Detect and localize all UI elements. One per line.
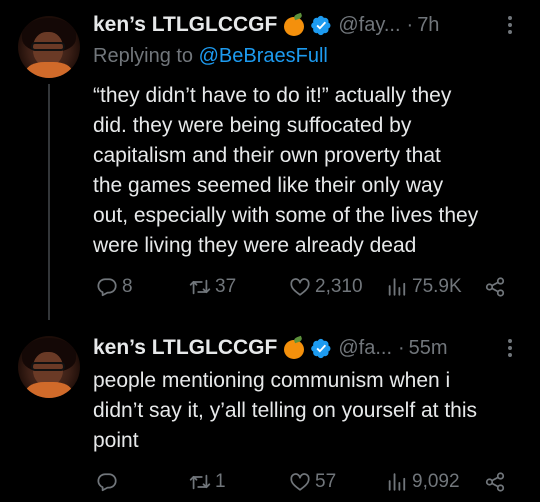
tweet-header: ken’s LTLGLCCGF @fa... · 55m [93,333,448,363]
verified-badge-icon [311,15,331,35]
replying-to: Replying to @BeBraesFull [93,45,328,68]
retweet-icon [189,279,211,295]
share-icon [485,472,505,492]
share-icon [485,277,505,297]
tweet-text-line: point [93,429,139,452]
handle[interactable]: @fa... [338,337,392,360]
view-count: 75.9K [412,276,462,297]
views-button[interactable]: 9,092 [386,469,460,495]
reply-icon [97,473,117,492]
tweet-text-line: were living they were already dead [93,234,417,257]
reply-button[interactable]: 8 [96,274,133,300]
reply-button[interactable] [96,469,122,495]
handle[interactable]: @fay... [338,14,400,37]
verified-badge-icon [311,338,331,358]
views-icon [388,473,406,491]
views-button[interactable]: 75.9K [386,274,462,300]
reply-count: 8 [122,276,133,297]
tweet-text-line: didn’t say it, y’all telling on yourself… [93,399,478,422]
like-button[interactable]: 2,310 [289,274,363,300]
like-count: 2,310 [315,276,363,297]
reply-icon [97,278,117,297]
tweet-text-line: the games seemed like their only way [93,174,444,197]
display-name[interactable]: ken’s LTLGLCCGF [93,336,277,360]
more-icon[interactable] [500,336,520,360]
heart-icon [290,473,310,491]
more-icon[interactable] [500,13,520,37]
avatar[interactable] [18,336,80,398]
retweet-button[interactable]: 1 [189,469,226,495]
avatar[interactable] [18,16,80,78]
tweet[interactable]: ken’s LTLGLCCGF @fa... · 55m people ment… [0,320,540,502]
tweet-text: people mentioning communism when i didn’… [93,366,523,456]
tweet-text: “they didn’t have to do it!” actually th… [93,81,523,261]
like-button[interactable]: 57 [289,469,336,495]
separator-dot: · [398,336,405,359]
tangerine-emoji [283,12,305,36]
action-bar: 1 57 9,092 [96,469,516,495]
tweet-text-line: people mentioning communism when i [93,369,451,392]
separator-dot: · [406,13,414,36]
mention-link[interactable]: @BeBraesFull [199,45,328,67]
tweet-text-line: capitalism and their own proverty that [93,144,441,167]
tweet-text-line: “they didn’t have to do it!” actually th… [93,84,452,107]
replying-prefix: Replying to [93,45,194,67]
tweet-header: ken’s LTLGLCCGF @fay... · 7h [93,10,439,40]
action-bar: 8 37 2,310 75.9K [96,274,516,300]
retweet-count: 1 [215,471,226,492]
views-icon [388,278,406,296]
display-name[interactable]: ken’s LTLGLCCGF [93,13,277,37]
tangerine-emoji [283,335,305,359]
tweet-text-line: out, especially with some of the lives t… [93,204,479,227]
tweet[interactable]: ken’s LTLGLCCGF @fay... · 7h Replying to… [0,0,540,320]
like-count: 57 [315,471,337,492]
share-button[interactable] [484,469,506,495]
retweet-button[interactable]: 37 [189,274,236,300]
share-button[interactable] [484,274,506,300]
retweet-count: 37 [215,276,237,297]
heart-icon [290,278,310,296]
retweet-icon [189,474,211,490]
view-count: 9,092 [412,471,460,492]
tweet-text-line: did. they were being suffocated by [93,114,412,137]
timestamp[interactable]: 7h [417,14,439,37]
timestamp[interactable]: 55m [409,337,448,360]
